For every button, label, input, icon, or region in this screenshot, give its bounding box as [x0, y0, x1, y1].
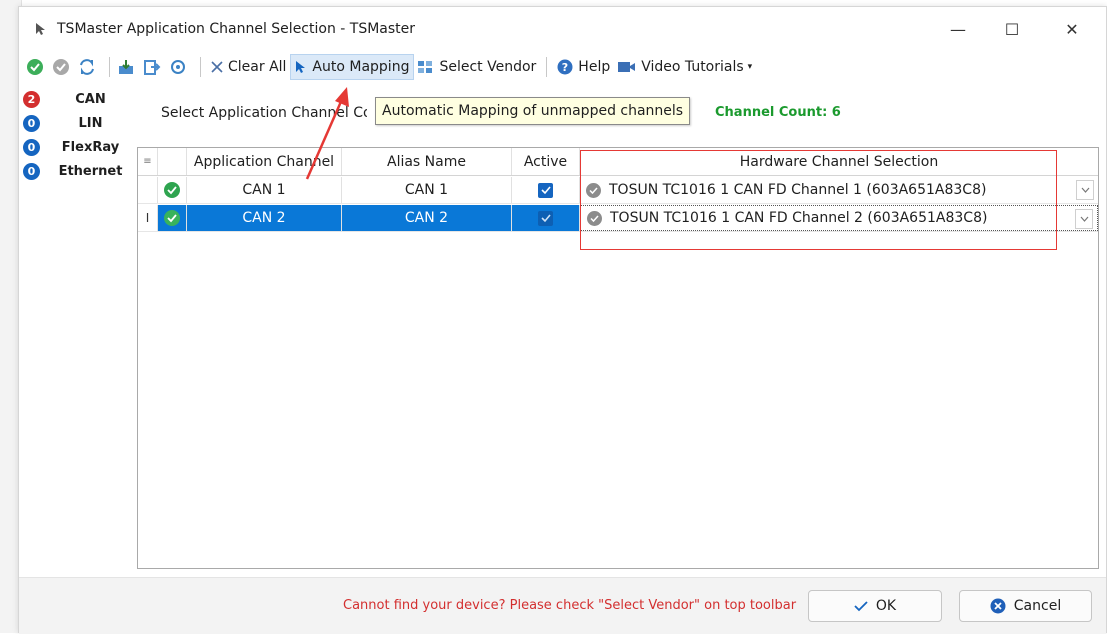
auto-mapping-button[interactable]: Auto Mapping	[290, 54, 415, 80]
header-alias[interactable]: Alias Name	[342, 148, 512, 175]
annotation-arrow-icon	[305, 87, 349, 180]
cancel-label: Cancel	[1013, 598, 1062, 614]
protocol-item-ethernet[interactable]: 0 Ethernet	[23, 159, 135, 183]
protocol-item-lin[interactable]: 0 LIN	[23, 111, 135, 135]
help-label: Help	[578, 59, 611, 75]
check-circle-icon	[164, 182, 180, 198]
check-circle-icon	[164, 210, 180, 226]
hw-channel-text: TOSUN TC1016 1 CAN FD Channel 1 (603A651…	[609, 182, 987, 198]
video-tutorials-button[interactable]: Video Tutorials ▾	[614, 54, 756, 80]
svg-text:?: ?	[562, 61, 568, 74]
minimize-button[interactable]: —	[935, 15, 981, 43]
grid-header: ≡ Application Channel Alias Name Active …	[138, 148, 1098, 176]
toolbar: Clear All Auto Mapping Select Vendor ? H…	[19, 52, 1106, 82]
active-cell	[512, 177, 580, 203]
refresh-icon[interactable]	[77, 57, 97, 77]
status-header	[158, 148, 187, 175]
protocol-label: LIN	[78, 115, 103, 131]
count-badge: 0	[23, 138, 40, 156]
toolbar-separator	[546, 57, 548, 77]
device-icon	[587, 210, 602, 226]
protocol-label: Ethernet	[58, 163, 123, 179]
row-menu-icon[interactable]: ≡	[138, 148, 158, 175]
table-row[interactable]: CAN 1 CAN 1 TOSUN TC1016 1 CAN FD Channe…	[138, 177, 1098, 204]
toolbar-separator	[109, 57, 110, 77]
title-bar[interactable]: TSMaster Application Channel Selection -…	[19, 7, 1106, 51]
count-badge: 2	[23, 90, 40, 108]
auto-mapping-tooltip: Automatic Mapping of unmapped channels	[375, 97, 691, 125]
vendor-grid-icon	[418, 60, 434, 74]
ok-label: OK	[875, 598, 897, 614]
dropdown-arrow-icon: ▾	[747, 62, 753, 72]
header-active[interactable]: Active	[512, 148, 580, 175]
status-cell	[158, 177, 187, 203]
clear-all-label: Clear All	[228, 59, 287, 75]
help-button[interactable]: ? Help	[553, 54, 614, 80]
clear-x-icon	[211, 61, 223, 73]
hw-cell[interactable]: TOSUN TC1016 1 CAN FD Channel 1 (603A651…	[580, 177, 1098, 203]
active-checkbox[interactable]	[538, 210, 553, 226]
settings-icon[interactable]	[168, 57, 188, 77]
hw-dropdown-button[interactable]	[1075, 209, 1093, 229]
row-indicator	[138, 177, 158, 203]
pointer-icon	[295, 60, 307, 74]
app-channel-cell: CAN 2	[187, 205, 342, 231]
app-cursor-icon	[33, 21, 49, 37]
import-icon[interactable]	[116, 57, 136, 77]
check-icon	[854, 600, 868, 612]
status-cell	[158, 205, 187, 231]
dialog-footer: Cannot find your device? Please check "S…	[19, 577, 1106, 634]
enable-all-icon[interactable]	[25, 57, 45, 77]
auto-mapping-label: Auto Mapping	[312, 59, 410, 75]
select-vendor-button[interactable]: Select Vendor	[414, 54, 540, 80]
disable-all-icon[interactable]	[51, 57, 71, 77]
active-checkbox[interactable]	[538, 182, 553, 198]
hw-dropdown-button[interactable]	[1076, 180, 1094, 200]
device-icon	[586, 182, 601, 198]
ok-button[interactable]: OK	[808, 590, 942, 622]
hw-channel-text: TOSUN TC1016 1 CAN FD Channel 2 (603A651…	[610, 210, 988, 226]
video-camera-icon	[618, 60, 636, 74]
channel-count-label: Channel Count: 6	[715, 105, 841, 120]
clear-all-button[interactable]: Clear All	[207, 54, 290, 80]
count-badge: 0	[23, 114, 40, 132]
alias-cell[interactable]: CAN 2	[342, 205, 512, 231]
protocol-label: FlexRay	[61, 139, 120, 155]
select-vendor-label: Select Vendor	[439, 59, 537, 75]
protocol-item-can[interactable]: 2 CAN	[23, 87, 135, 111]
video-tutorials-label: Video Tutorials	[641, 59, 744, 75]
protocol-label: CAN	[75, 91, 106, 107]
cancel-button[interactable]: Cancel	[959, 590, 1092, 622]
cancel-x-icon	[990, 598, 1006, 614]
active-cell	[512, 205, 580, 231]
channel-selection-window: TSMaster Application Channel Selection -…	[18, 6, 1107, 634]
export-icon[interactable]	[142, 57, 162, 77]
help-icon: ?	[557, 59, 573, 75]
alias-cell[interactable]: CAN 1	[342, 177, 512, 203]
toolbar-separator	[200, 57, 201, 77]
count-badge: 0	[23, 162, 40, 180]
protocol-list: 2 CAN 0 LIN 0 FlexRay 0 Ethernet	[23, 87, 135, 183]
hw-cell[interactable]: TOSUN TC1016 1 CAN FD Channel 2 (603A651…	[580, 205, 1098, 231]
header-hw-selection[interactable]: Hardware Channel Selection	[580, 148, 1098, 175]
text-cursor-icon: I	[138, 205, 158, 231]
channel-grid: ≡ Application Channel Alias Name Active …	[137, 147, 1099, 569]
maximize-button[interactable]: ☐	[989, 15, 1035, 43]
protocol-item-flexray[interactable]: 0 FlexRay	[23, 135, 135, 159]
close-button[interactable]: ✕	[1049, 15, 1095, 43]
vendor-hint-message: Cannot find your device? Please check "S…	[343, 598, 797, 613]
window-title: TSMaster Application Channel Selection -…	[57, 21, 416, 37]
table-row-selected[interactable]: I CAN 2 CAN 2 TOSUN TC1016 1 CAN FD Chan…	[138, 205, 1098, 232]
